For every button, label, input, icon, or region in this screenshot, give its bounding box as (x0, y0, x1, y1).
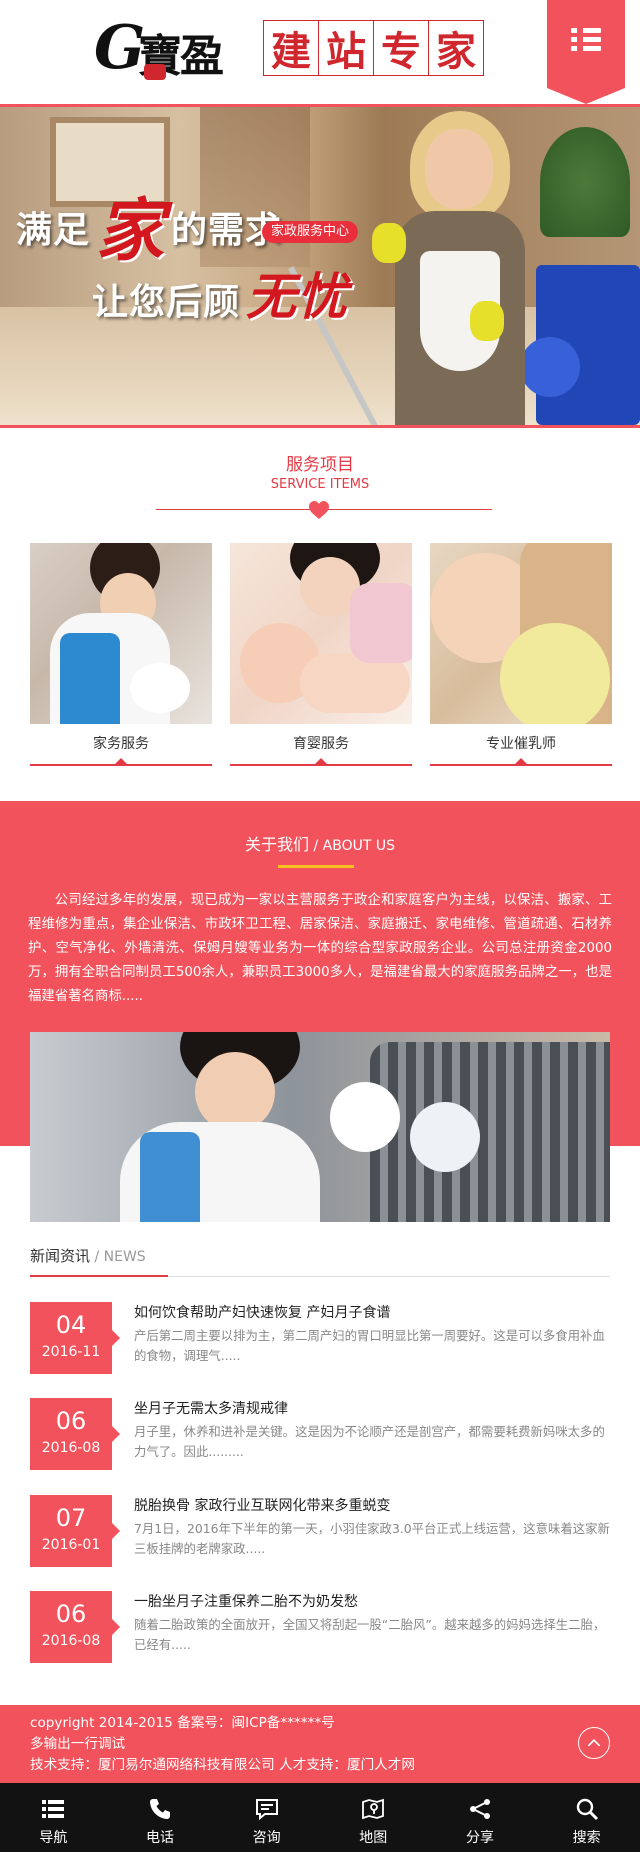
service-image-housework (30, 543, 212, 724)
housekeeper-figure (372, 111, 530, 425)
phone-icon (149, 1799, 170, 1819)
news-date: 07 2016-01 (30, 1495, 120, 1567)
service-image-infant-care (230, 543, 412, 724)
footer: copyright 2014-2015 备案号：闽ICP备******号 多输出… (0, 1705, 640, 1783)
news-item[interactable]: 06 2016-08 一胎坐月子注重保养二胎不为奶发愁 随着二胎政策的全面放开，… (30, 1591, 610, 1663)
back-to-top-icon[interactable] (578, 1727, 610, 1759)
banner-tag: 家政服务中心 (262, 221, 359, 243)
logo-slogan-char: 家 (428, 20, 484, 76)
search-icon (576, 1798, 598, 1821)
about-photo[interactable] (30, 1032, 610, 1222)
nav-item-map[interactable]: 地图 (320, 1783, 427, 1852)
news-item[interactable]: 04 2016-11 如何饮食帮助产妇快速恢复 产妇月子食谱 产后第二周主要以排… (30, 1302, 610, 1374)
news-date: 06 2016-08 (30, 1591, 120, 1663)
news-title[interactable]: 如何饮食帮助产妇快速恢复 产妇月子食谱 (134, 1302, 610, 1324)
news-summary: 7月1日，2016年下半年的第一天，小羽佳家政3.0平台正式上线运营，这意味着这… (134, 1521, 610, 1556)
logo-mark: G 寶盈 (92, 12, 260, 84)
page: G 寶盈 建 站 专 家 满足家 的需求 家政服务中心 让您后顾 无忧 服务项目… (0, 0, 640, 1852)
menu-button[interactable] (547, 0, 625, 104)
news-date: 06 2016-08 (30, 1398, 120, 1470)
footer-copyright: copyright 2014-2015 备案号：闽ICP备******号 (30, 1715, 335, 1731)
news-summary: 随着二胎政策的全面放开，全国又将刮起一股“二胎风”。越来越多的妈妈选择生二胎，已… (134, 1617, 606, 1652)
news-summary: 月子里，休养和进补是关键。这是因为不论顺产还是剖宫产，都需要耗费新妈咪太多的力气… (134, 1424, 605, 1459)
nav-label: 电话 (145, 1830, 174, 1846)
share-icon (469, 1799, 490, 1819)
logo-slogan-char: 建 (263, 20, 319, 76)
hero-banner[interactable]: 满足家 的需求 家政服务中心 让您后顾 无忧 (0, 104, 640, 428)
nav-item-share[interactable]: 分享 (427, 1783, 534, 1852)
nav-label: 搜索 (572, 1830, 601, 1846)
nav-item-consult[interactable]: 咨询 (213, 1783, 320, 1852)
news-item[interactable]: 06 2016-08 坐月子无需太多清规戒律 月子里，休养和进补是关键。这是因为… (30, 1398, 610, 1470)
nav-label: 导航 (39, 1830, 68, 1846)
logo-slogan-char: 专 (373, 20, 429, 76)
logo-slogan-char: 站 (318, 20, 374, 76)
nav-item-search[interactable]: 搜索 (533, 1783, 640, 1852)
news-title[interactable]: 脱胎换骨 家政行业互联网化带来多重蜕变 (134, 1495, 610, 1517)
heart-icon (309, 501, 329, 519)
about-description: 公司经过多年的发展，现已成为一家以主营服务于政企和家庭客户为主线，以保洁、搬家、… (28, 893, 612, 1004)
service-card-infant-care[interactable]: 育婴服务 (230, 543, 412, 766)
menu-icon (571, 28, 601, 52)
nav-label: 分享 (465, 1830, 494, 1846)
news-summary: 产后第二周主要以排为主，第二周产妇的胃口明显比第一周要好。这是可以多食用补血的食… (134, 1328, 605, 1363)
news-title[interactable]: 坐月子无需太多清规戒律 (134, 1398, 610, 1420)
logo[interactable]: G 寶盈 建 站 专 家 (92, 10, 507, 86)
logo-seal (144, 64, 166, 80)
header: G 寶盈 建 站 专 家 (0, 0, 640, 104)
news-item[interactable]: 07 2016-01 脱胎换骨 家政行业互联网化带来多重蜕变 7月1日，2016… (30, 1495, 610, 1567)
footer-debug-line: 多输出一行调试 (30, 1736, 126, 1752)
service-card-lactation[interactable]: 专业催乳师 (430, 543, 612, 766)
news-date: 04 2016-11 (30, 1302, 120, 1374)
services-title: 服务项目 SERVICE ITEMS (270, 455, 370, 492)
nav-label: 地图 (359, 1830, 388, 1846)
banner-highlight-worryfree: 无忧 (246, 267, 349, 326)
news-title[interactable]: 一胎坐月子注重保养二胎不为奶发愁 (134, 1591, 610, 1613)
about-title: 关于我们 / ABOUT US (245, 835, 395, 854)
nav-item-phone[interactable]: 电话 (107, 1783, 214, 1852)
list-icon (42, 1800, 65, 1818)
map-icon (362, 1798, 385, 1820)
footer-tech-support[interactable]: 技术支持：厦门易尔通网络科技有限公司 人才支持：厦门人才网 (30, 1755, 610, 1776)
chat-icon (255, 1799, 278, 1821)
logo-slogan: 建 站 专 家 (263, 20, 484, 76)
nav-item-guide[interactable]: 导航 (0, 1783, 107, 1852)
nav-label: 咨询 (252, 1830, 281, 1846)
bottom-nav: 导航 电话 咨询 地图 分享 搜索 (0, 1783, 640, 1852)
news-header: 新闻资讯 / NEWS (30, 1245, 610, 1277)
about-title-underline (278, 865, 354, 868)
banner-headline-2: 让您后顾 无忧 (92, 267, 349, 326)
service-card-housework[interactable]: 家务服务 (30, 543, 212, 766)
service-image-lactation (430, 543, 612, 724)
